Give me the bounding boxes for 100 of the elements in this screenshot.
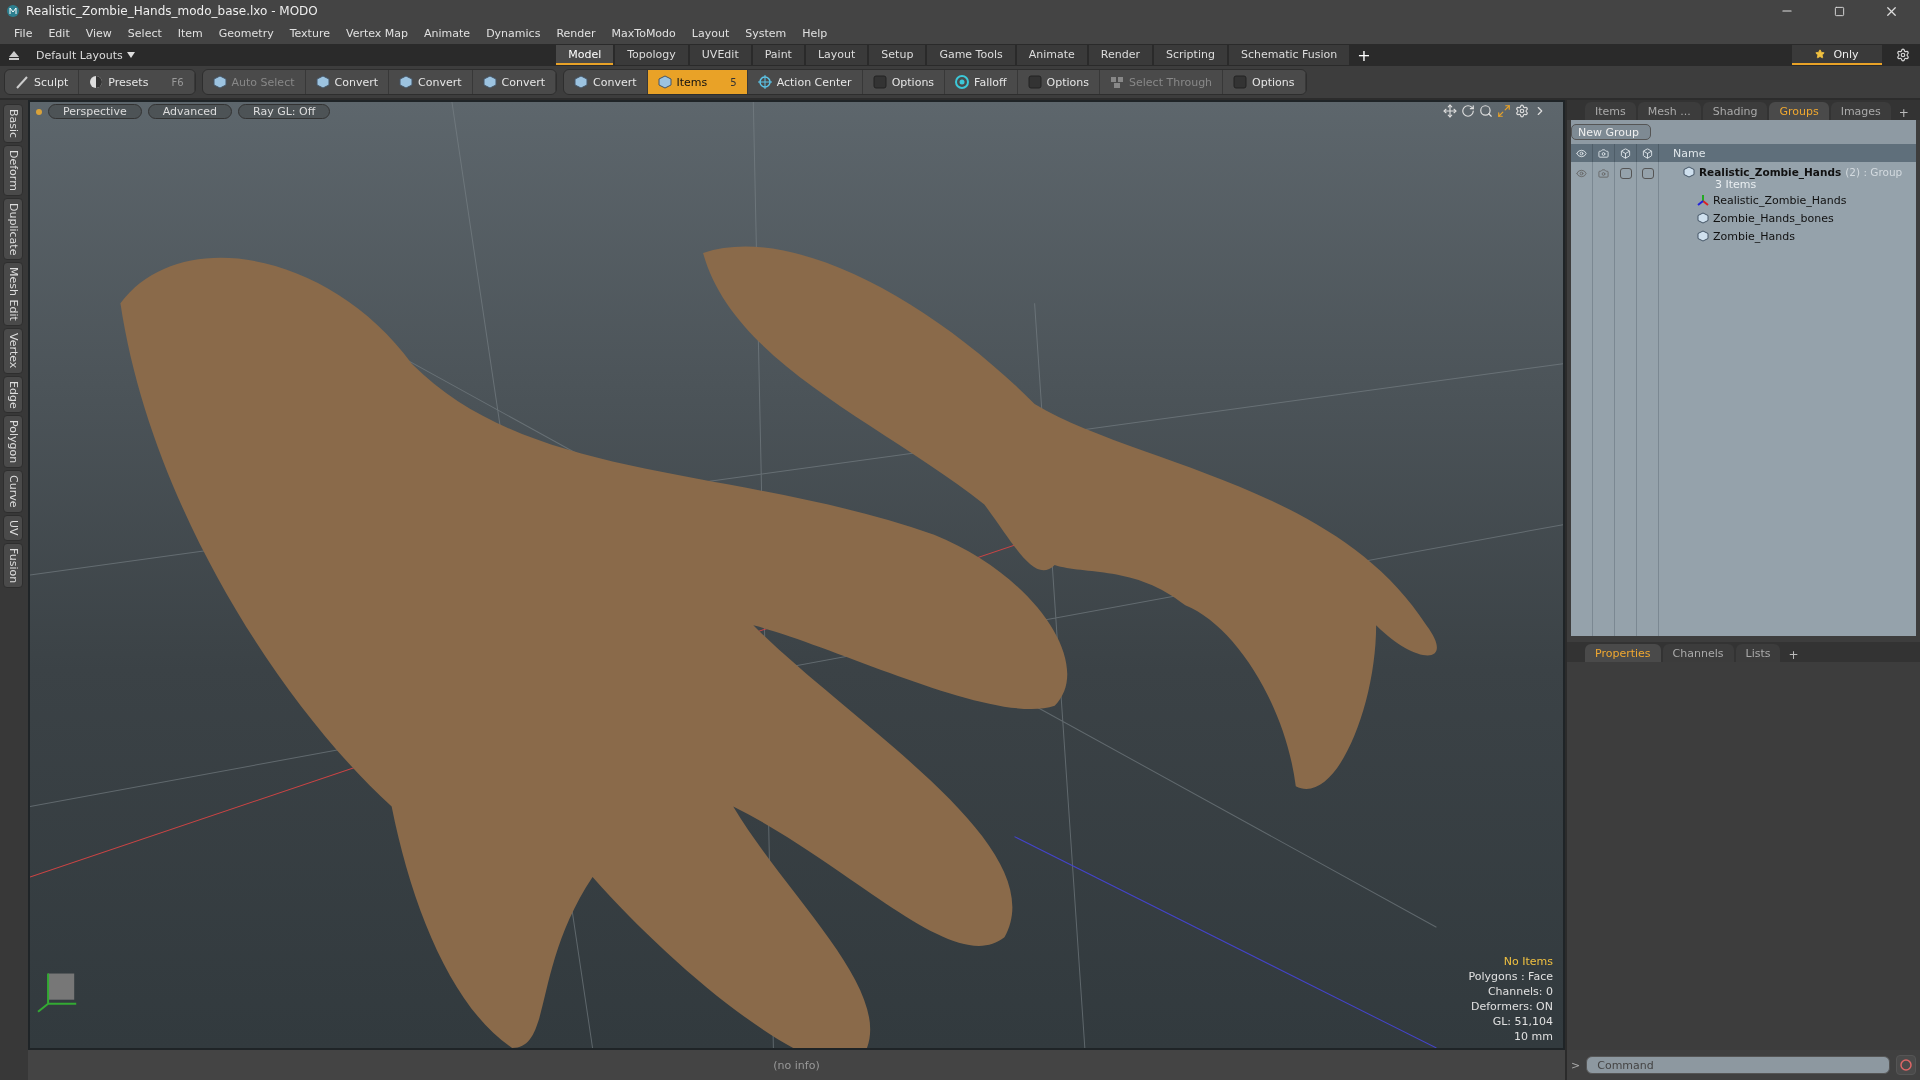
info-text: Channels: 0 bbox=[1487, 984, 1553, 999]
sphere-icon bbox=[89, 75, 104, 89]
menu-item[interactable]: Edit bbox=[40, 26, 78, 40]
toolbar-button[interactable]: Convert bbox=[305, 70, 389, 94]
toolbar-button[interactable]: Sculpt bbox=[5, 70, 80, 94]
tree-item[interactable]: Zombie_Hands_bones bbox=[1713, 211, 1834, 225]
add-tab-button[interactable]: + bbox=[1782, 648, 1805, 662]
crosshair-icon bbox=[757, 75, 772, 89]
layout-tab[interactable]: Scripting bbox=[1154, 45, 1227, 65]
viewport-button[interactable]: Ray GL: Off bbox=[238, 104, 331, 119]
axis-gizmo-icon bbox=[37, 972, 78, 1013]
tool-tab[interactable]: Fusion bbox=[3, 542, 23, 588]
toolbar-button[interactable]: Options bbox=[1017, 70, 1101, 94]
panel-tab[interactable]: Groups bbox=[1769, 102, 1829, 120]
layout-tab[interactable]: Model bbox=[556, 45, 614, 65]
status-text: (no info) bbox=[773, 1058, 820, 1072]
tool-tab[interactable]: UV bbox=[3, 514, 23, 541]
search-icon[interactable] bbox=[1479, 104, 1493, 118]
toolbar-button[interactable]: Options bbox=[1223, 70, 1306, 94]
toolbar-button[interactable]: Options bbox=[862, 70, 946, 94]
cube-icon bbox=[482, 75, 497, 89]
tool-tab[interactable]: Mesh Edit bbox=[3, 262, 23, 327]
menu-item[interactable]: Vertex Map bbox=[337, 26, 417, 40]
menu-item[interactable]: Geometry bbox=[210, 26, 282, 40]
menu-item[interactable]: Help bbox=[794, 26, 836, 40]
command-field[interactable]: Command bbox=[1586, 1056, 1890, 1074]
tool-tab[interactable]: Curve bbox=[3, 470, 23, 513]
info-text: GL: 51,104 bbox=[1492, 1014, 1553, 1029]
menu-item[interactable]: Layout bbox=[683, 26, 738, 40]
rotate-icon[interactable] bbox=[1461, 104, 1475, 118]
layout-tab[interactable]: Setup bbox=[869, 45, 926, 65]
toolbar-button[interactable]: Action Center bbox=[747, 70, 863, 94]
up-arrow-icon[interactable] bbox=[8, 50, 20, 60]
expand-icon[interactable] bbox=[1497, 104, 1511, 118]
layout-tab[interactable]: Animate bbox=[1016, 45, 1087, 65]
menu-item[interactable]: View bbox=[77, 26, 120, 40]
caret-icon bbox=[126, 52, 135, 58]
menu-item[interactable]: MaxToModo bbox=[603, 26, 684, 40]
cube-icon bbox=[315, 75, 330, 89]
menu-item[interactable]: Texture bbox=[281, 26, 338, 40]
tool-tab[interactable]: Duplicate bbox=[3, 198, 23, 261]
status-dot bbox=[36, 108, 42, 115]
add-tab-button[interactable]: + bbox=[1892, 106, 1915, 120]
layout-dropdown[interactable]: Default Layouts bbox=[30, 47, 141, 63]
viewport-button[interactable]: Advanced bbox=[147, 104, 233, 119]
toolbar-button[interactable]: Convert bbox=[564, 70, 648, 94]
add-tab-button[interactable]: + bbox=[1351, 45, 1377, 65]
panel-tab[interactable]: Lists bbox=[1735, 644, 1781, 662]
cube-icon bbox=[657, 75, 672, 89]
toolbar-button[interactable]: Falloff bbox=[945, 70, 1018, 94]
menu-item[interactable]: Animate bbox=[416, 26, 479, 40]
menu-item[interactable]: Item bbox=[169, 26, 211, 40]
camera-icon bbox=[1598, 147, 1609, 159]
tool-tab[interactable]: Polygon bbox=[3, 415, 23, 469]
circle-icon bbox=[1900, 1059, 1912, 1071]
only-button[interactable]: Only bbox=[1792, 45, 1882, 65]
panel-tab[interactable]: Channels bbox=[1662, 644, 1734, 662]
panel-tab[interactable]: Properties bbox=[1585, 644, 1661, 662]
menu-item[interactable]: Render bbox=[548, 26, 604, 40]
tool-tab[interactable]: Deform bbox=[3, 145, 23, 196]
layout-tab[interactable]: Render bbox=[1088, 45, 1152, 65]
cube-icon bbox=[1642, 147, 1653, 159]
layout-tab[interactable]: UVEdit bbox=[689, 45, 751, 65]
toolbar-button[interactable]: Convert bbox=[472, 70, 556, 94]
layout-tab[interactable]: Schematic Fusion bbox=[1228, 45, 1350, 65]
column-header: Name bbox=[1659, 144, 1916, 162]
viewport[interactable]: Perspective Advanced Ray GL: Off No Items Polygons : Face Channels: 0 Deformers: ON GL: 51,104 10 mm bbox=[28, 100, 1565, 1050]
menu-item[interactable]: Dynamics bbox=[478, 26, 549, 40]
layout-tab[interactable]: Paint bbox=[752, 45, 804, 65]
toolbar-button[interactable]: Items 5 bbox=[647, 70, 748, 94]
panel-tab[interactable]: Shading bbox=[1702, 102, 1768, 120]
settings-icon[interactable] bbox=[1515, 104, 1529, 118]
toolbar-button[interactable]: Convert bbox=[389, 70, 473, 94]
cube-icon bbox=[1697, 230, 1709, 242]
toolbar-button[interactable]: Presets F6 bbox=[79, 70, 195, 94]
group-name[interactable]: Realistic_Zombie_Hands bbox=[1699, 166, 1842, 178]
cube-icon bbox=[574, 75, 588, 89]
menu-item[interactable]: Select bbox=[119, 26, 170, 40]
menu-item[interactable]: System bbox=[737, 26, 795, 40]
panel-tab[interactable]: Mesh ... bbox=[1637, 102, 1701, 120]
move-icon[interactable] bbox=[1443, 104, 1457, 118]
tool-tab[interactable]: Edge bbox=[3, 375, 23, 414]
viewport-button[interactable]: Perspective bbox=[48, 104, 142, 119]
cube-icon bbox=[1620, 147, 1631, 159]
restore-icon bbox=[1833, 5, 1845, 17]
panel-tab[interactable]: Items bbox=[1585, 102, 1636, 120]
tool-tab[interactable]: Vertex bbox=[3, 328, 23, 374]
layout-tab[interactable]: Topology bbox=[615, 45, 688, 65]
info-text: 10 mm bbox=[1514, 1029, 1553, 1044]
settings-icon[interactable] bbox=[1896, 48, 1910, 62]
record-button[interactable] bbox=[1896, 1055, 1916, 1075]
tree-item[interactable]: Realistic_Zombie_Hands bbox=[1713, 193, 1847, 207]
checkbox[interactable] bbox=[1619, 168, 1632, 179]
tool-tab[interactable]: Basic bbox=[3, 104, 23, 144]
tree-item[interactable]: Zombie_Hands bbox=[1713, 229, 1795, 243]
layout-tab[interactable]: Layout bbox=[805, 45, 868, 65]
checkbox[interactable] bbox=[1641, 168, 1654, 179]
menu-item[interactable]: File bbox=[6, 26, 41, 40]
panel-tab[interactable]: Images bbox=[1830, 102, 1891, 120]
layout-tab[interactable]: Game Tools bbox=[927, 45, 1015, 65]
